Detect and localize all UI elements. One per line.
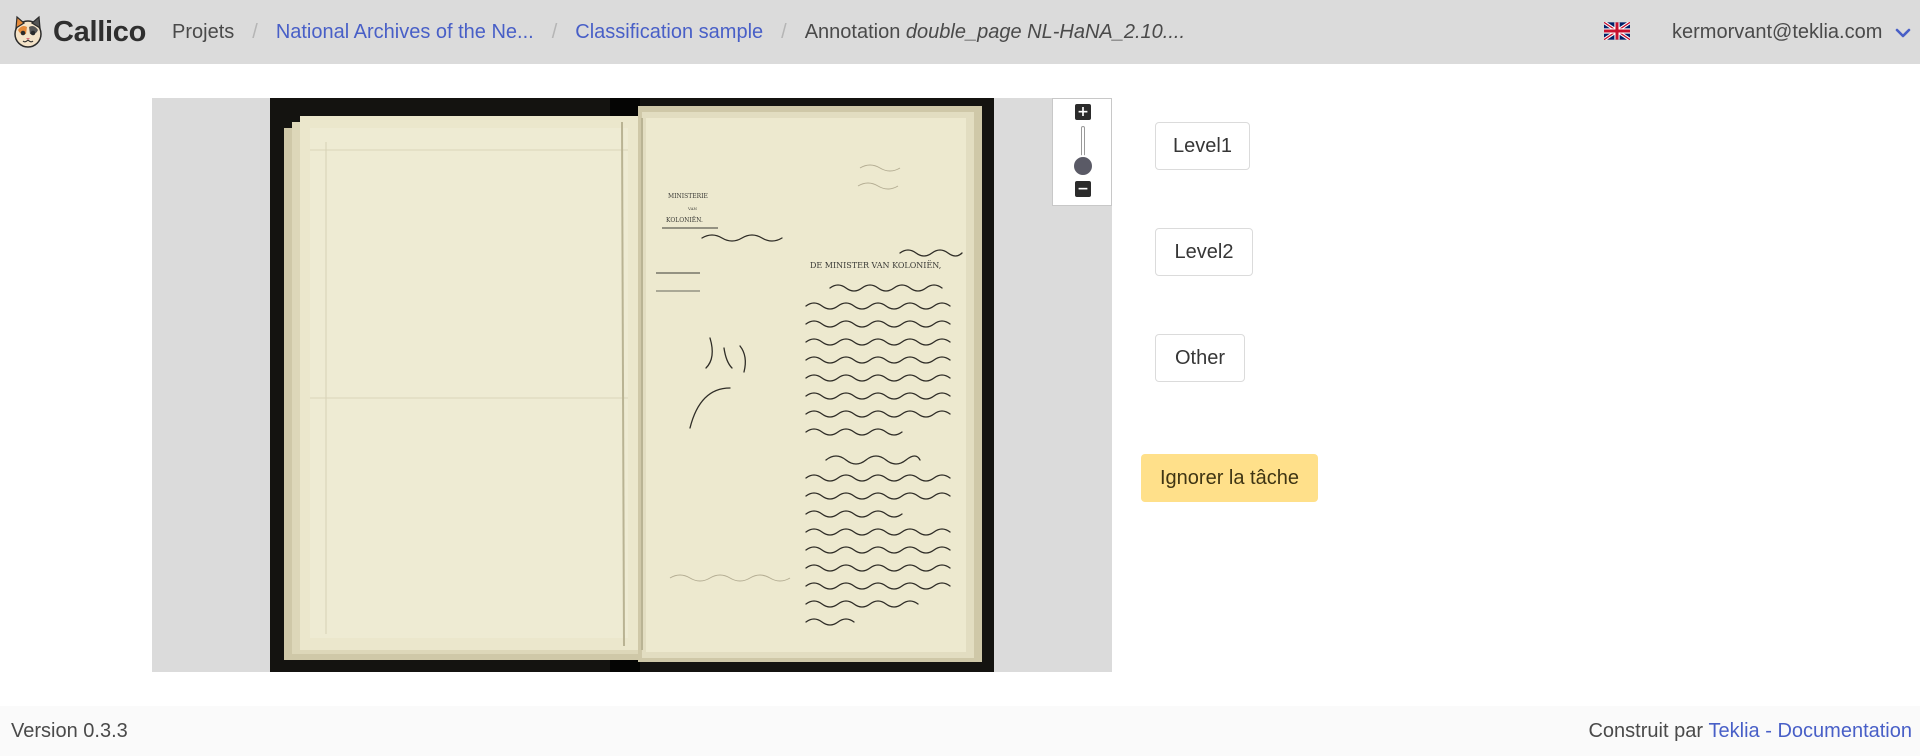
- zoom-out-icon[interactable]: −: [1075, 181, 1091, 197]
- footer: Version 0.3.3 Construit par Teklia - Doc…: [0, 706, 1920, 756]
- documentation-link[interactable]: Documentation: [1777, 720, 1912, 743]
- user-menu[interactable]: kermorvant@teklia.com: [1672, 0, 1911, 64]
- footer-credits: Construit par Teklia - Documentation: [1588, 706, 1912, 756]
- uk-flag-icon[interactable]: [1604, 22, 1630, 40]
- top-navbar: Callico Projets / National Archives of t…: [0, 0, 1920, 64]
- image-viewer[interactable]: MINISTERIE VAN KOLONIËN. DE MINISTER VAN…: [152, 98, 1112, 672]
- callico-logo-icon: [14, 15, 42, 48]
- class-level1-button[interactable]: Level1: [1155, 122, 1250, 170]
- breadcrumb-current-prefix: Annotation: [804, 20, 906, 43]
- svg-text:MINISTERIE: MINISTERIE: [668, 193, 708, 200]
- version-label: Version 0.3.3: [11, 719, 128, 742]
- breadcrumb-current-element: double_page NL-HaNA_2.10....: [905, 20, 1186, 43]
- breadcrumb-separator: /: [551, 20, 558, 43]
- breadcrumb-projects[interactable]: Projets: [172, 21, 234, 44]
- breadcrumb-process-link[interactable]: Classification sample: [575, 21, 763, 44]
- teklia-link[interactable]: Teklia: [1709, 720, 1760, 743]
- document-scan-image: MINISTERIE VAN KOLONIËN. DE MINISTER VAN…: [270, 98, 994, 672]
- breadcrumb: Projets / National Archives of the Ne...…: [172, 0, 1185, 64]
- breadcrumb-project-link[interactable]: National Archives of the Ne...: [276, 21, 534, 44]
- zoom-control: + −: [1052, 98, 1112, 206]
- built-by-label: Construit par: [1588, 719, 1703, 742]
- breadcrumb-current: Annotation double_page NL-HaNA_2.10....: [805, 21, 1185, 44]
- brand-home-link[interactable]: Callico: [10, 0, 146, 64]
- chevron-down-icon: [1896, 28, 1911, 38]
- zoom-slider-handle[interactable]: [1072, 155, 1094, 177]
- breadcrumb-separator: /: [781, 20, 787, 43]
- breadcrumb-separator: /: [252, 20, 258, 43]
- ignore-task-button[interactable]: Ignorer la tâche: [1141, 454, 1318, 502]
- class-other-button[interactable]: Other: [1155, 334, 1245, 382]
- brand-name: Callico: [53, 15, 146, 48]
- footer-link-separator: -: [1759, 719, 1778, 742]
- class-level2-button[interactable]: Level2: [1155, 228, 1253, 276]
- svg-text:VAN: VAN: [687, 206, 698, 211]
- svg-text:KOLONIËN.: KOLONIËN.: [666, 217, 703, 224]
- zoom-in-icon[interactable]: +: [1075, 104, 1091, 120]
- svg-text:DE MINISTER VAN KOLONIËN,: DE MINISTER VAN KOLONIËN,: [810, 261, 941, 270]
- user-email: kermorvant@teklia.com: [1672, 20, 1883, 43]
